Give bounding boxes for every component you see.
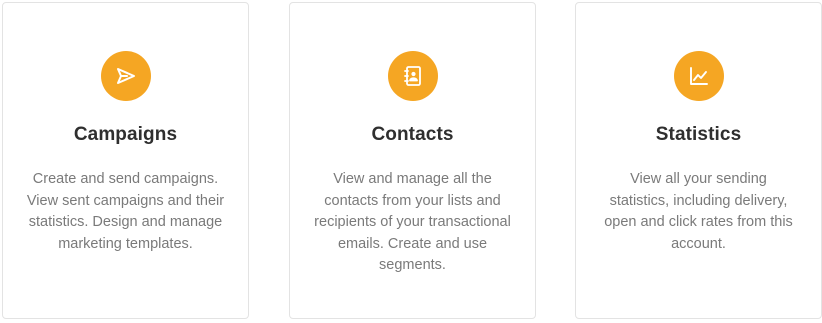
description-line: account. — [671, 235, 726, 252]
description-line: open and click rates from this — [604, 214, 793, 230]
contacts-book-icon — [403, 66, 421, 86]
description-line: statistics, including delivery, — [609, 192, 788, 209]
description-line: View all your sending — [630, 171, 767, 187]
campaigns-title: Campaigns — [73, 124, 178, 145]
statistics-icon-badge — [673, 51, 724, 101]
campaigns-icon-badge — [100, 51, 151, 101]
contacts-card[interactable]: Contacts View and manage all the contact… — [289, 2, 536, 319]
line-chart-icon — [689, 67, 708, 85]
description-line: emails. Create and use — [337, 235, 488, 252]
feature-cards: Campaigns Create and send campaigns. Vie… — [0, 0, 822, 323]
contacts-icon-badge — [387, 51, 438, 101]
statistics-title: Statistics — [655, 124, 742, 145]
statistics-description: View all your sending statistics, includ… — [586, 169, 811, 255]
campaigns-description: Create and send campaigns. View sent cam… — [13, 169, 238, 255]
send-icon — [116, 68, 135, 84]
description-line: marketing templates. — [58, 235, 193, 252]
description-line: recipients of your transactional — [314, 214, 511, 230]
description-line: View and manage all the — [333, 171, 492, 187]
campaigns-card[interactable]: Campaigns Create and send campaigns. Vie… — [2, 2, 249, 319]
contacts-title: Contacts — [371, 124, 454, 145]
description-line: View sent campaigns and their — [26, 192, 225, 209]
description-line: statistics. Design and manage — [28, 214, 223, 230]
description-line: Create and send campaigns. — [32, 171, 219, 187]
contacts-description: View and manage all the contacts from yo… — [300, 169, 525, 277]
description-line: contacts from your lists and — [324, 192, 501, 209]
statistics-card[interactable]: Statistics View all your sending statist… — [575, 2, 822, 319]
description-line: segments. — [379, 257, 446, 273]
